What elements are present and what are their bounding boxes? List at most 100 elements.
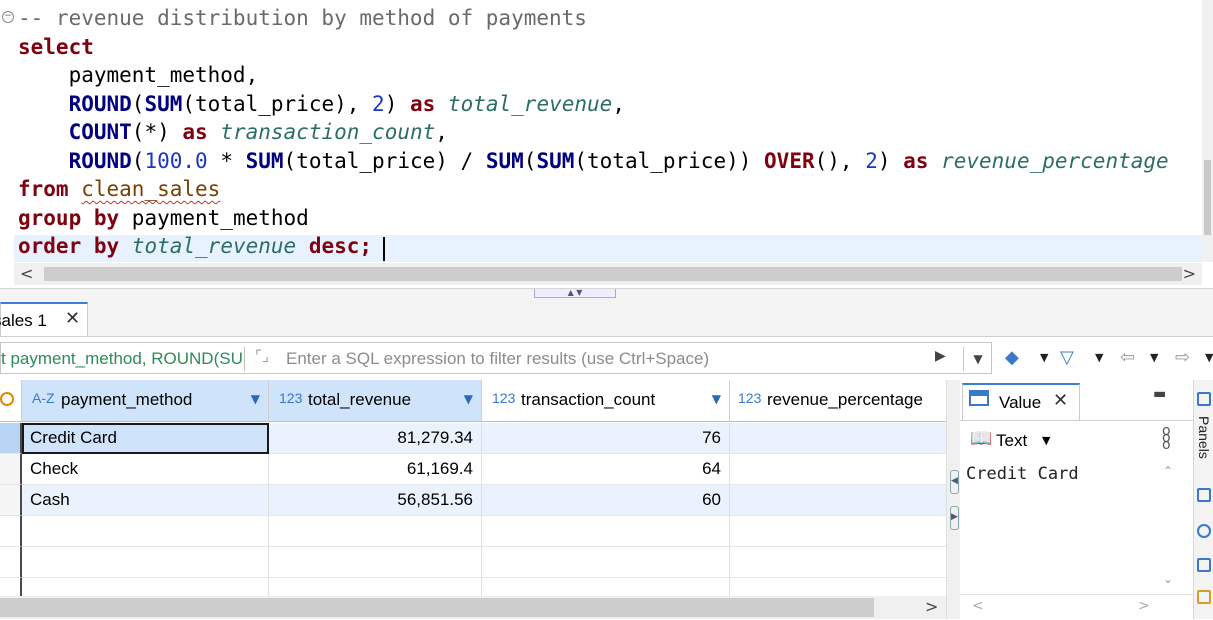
close-icon[interactable]: ✕ [65,308,80,329]
code-token: SUM [144,91,183,116]
table-cell[interactable]: 76 [482,423,730,454]
table-cell[interactable]: 61,169.4 [269,454,482,485]
grid-hscroll-thumb[interactable] [0,598,874,617]
grid-horizontal-scrollbar[interactable]: > [0,596,946,619]
apply-filter-icon[interactable]: ▶ [935,348,946,364]
value-content[interactable]: Credit Card [966,464,1079,484]
cell-text: 76 [702,428,721,447]
code-line[interactable]: select [18,33,1169,62]
query-preview: t payment_method, ROUND(SU [1,349,243,368]
tab-results[interactable]: sales 1 ✕ [0,302,88,336]
sql-code[interactable]: -- revenue distribution by method of pay… [18,4,1169,261]
code-token: (total_price)) [574,148,765,173]
code-token: SUM [485,148,524,173]
table-cell[interactable]: Cash [22,485,269,516]
code-token: total_revenue [447,91,613,116]
empty-cell [22,547,269,578]
scroll-right-icon[interactable]: > [1183,263,1196,285]
table-cell[interactable]: 56,851.56 [269,485,482,516]
table-cell[interactable]: Check [22,454,269,485]
code-token: transaction_count [220,120,436,144]
expression-icon[interactable]: ⌜⌟ [255,347,269,365]
table-cell[interactable]: Credit Card [22,423,269,454]
scroll-left-icon[interactable]: < [972,598,984,614]
column-sort-icon[interactable]: ▼ [251,392,260,406]
editor-vertical-scrollbar[interactable] [1202,0,1213,262]
format-selector[interactable]: Text [996,431,1027,451]
back-dropdown-icon[interactable]: ▼ [1150,351,1158,364]
column-header-revenue-percentage[interactable]: 123 revenue_percentage [730,380,946,422]
column-sort-icon[interactable]: ▼ [464,392,473,406]
code-line[interactable]: -- revenue distribution by method of pay… [18,4,1169,33]
fold-toggle-icon[interactable]: − [2,11,14,23]
grid-value-splitter[interactable]: ◀ ▶ [946,380,961,619]
column-header-payment-method[interactable]: A-Z payment_method ▼ [22,380,269,422]
table-cell[interactable] [730,423,946,454]
text-caret [383,237,385,261]
filter-input[interactable]: Enter a SQL expression to filter results… [286,349,709,369]
column-sort-icon[interactable]: ▼ [712,392,721,406]
cell-text: 61,169.4 [406,459,473,478]
panels-label[interactable]: Panels [1196,416,1212,459]
row-header[interactable] [0,423,22,454]
filter-dropdown-icon[interactable]: ▼ [1095,351,1103,364]
value-panel-divider [960,420,1193,421]
eraser-dropdown-icon[interactable]: ▼ [1040,351,1048,364]
column-header-transaction-count[interactable]: 123 transaction_count ▼ [482,380,730,422]
column-header-total-revenue[interactable]: 123 total_revenue ▼ [269,380,482,422]
code-line[interactable]: ROUND(SUM(total_price), 2) as total_reve… [18,90,1169,119]
row-header[interactable] [0,485,22,516]
splitter-toggle-icon[interactable]: ▲ ▼ [534,289,616,298]
value-horizontal-scrollbar[interactable]: < > [960,594,1193,620]
scroll-right-icon[interactable]: > [1138,598,1150,614]
calculator-icon[interactable] [1197,524,1211,538]
eraser-icon[interactable]: ◆ [1005,347,1019,368]
code-line[interactable]: order by total_revenue desc; [18,232,1169,261]
filter-icon[interactable]: ▽ [1060,347,1074,368]
grid-panel-icon[interactable] [1197,488,1211,502]
stats-icon[interactable] [1197,590,1211,604]
panels-icon[interactable] [1197,392,1211,406]
sql-editor[interactable]: − -- revenue distribution by method of p… [0,0,1213,288]
filter-history-dropdown-icon[interactable]: ▼ [963,347,992,371]
number-type-icon: 123 [738,390,762,406]
code-token: * [207,148,246,173]
editor-horizontal-scrollbar[interactable]: < > [14,263,1202,285]
table-cell[interactable] [730,454,946,485]
scroll-right-icon[interactable]: > [925,597,938,616]
value-vertical-scrollbar[interactable]: ⌃ ⌄ [1163,464,1177,594]
forward-dropdown-icon[interactable]: ▼ [1205,351,1213,364]
table-cell[interactable]: 81,279.34 [269,423,482,454]
scroll-left-icon[interactable]: < [20,263,33,285]
row-header-corner[interactable] [0,380,22,422]
code-line[interactable]: COUNT(*) as transaction_count, [18,118,1169,147]
row-header[interactable] [0,454,22,485]
editor-hscroll-thumb[interactable] [44,267,1182,281]
code-line[interactable]: from clean_sales [18,175,1169,204]
table-cell[interactable]: 60 [482,485,730,516]
code-line[interactable]: ROUND(100.0 * SUM(total_price) / SUM(SUM… [18,147,1169,176]
format-dropdown-icon[interactable]: ▼ [1042,434,1050,447]
back-icon[interactable]: ⇦ [1120,347,1135,368]
more-options-icon[interactable]: ooo [1162,424,1171,452]
tab-value[interactable]: Value ✕ [962,383,1080,420]
scroll-down-icon[interactable]: ⌄ [1163,572,1173,586]
minimize-icon[interactable]: ▬ [1153,386,1166,402]
code-line[interactable]: group by payment_method [18,204,1169,233]
table-cell[interactable] [730,485,946,516]
scroll-up-icon[interactable]: ⌃ [1163,464,1173,478]
code-token: ROUND [68,91,132,116]
collapse-left-icon[interactable]: ◀ [950,470,959,494]
results-tab-bar: sales 1 ✕ [0,298,1213,337]
empty-cell [22,578,269,596]
collapse-right-icon[interactable]: ▶ [950,506,959,530]
close-icon[interactable]: ✕ [1053,390,1068,411]
image-panel-icon[interactable] [1197,558,1211,572]
code-line[interactable]: payment_method, [18,61,1169,90]
table-cell[interactable]: 64 [482,454,730,485]
code-token: order by [18,234,120,258]
result-grid[interactable]: A-Z payment_method ▼ 123 total_revenue ▼… [0,380,946,596]
forward-icon[interactable]: ⇨ [1175,347,1190,368]
